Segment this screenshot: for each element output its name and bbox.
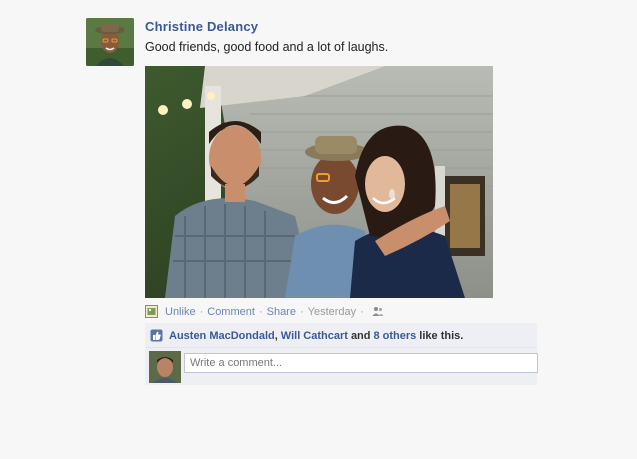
share-link[interactable]: Share [267,306,296,318]
separator: · [199,305,204,318]
story-actions: Unlike · Comment · Share · Yesterday · [145,304,384,319]
photo-app-icon [145,305,158,318]
likes-and: and [350,329,371,342]
separator: · [360,305,364,318]
people-icon[interactable] [372,306,384,317]
thumbs-up-icon [150,329,163,342]
comment-input[interactable] [184,353,538,373]
separator: · [258,305,263,318]
story-stage: Christine Delancy Good friends, good foo… [0,0,637,459]
unlike-link[interactable]: Unlike [165,306,196,318]
feedback-box: Austen MacDondald , Will Cathcart and 8 … [145,323,538,385]
likes-suffix: like this. [419,329,464,342]
post-photo[interactable] [145,66,493,298]
liker-name-link[interactable]: Austen MacDondald [169,330,275,342]
status-message: Good friends, good food and a lot of lau… [145,40,389,54]
likes-comma: , [274,329,278,342]
like-sentence: Austen MacDondald , Will Cathcart and 8 … [150,329,466,342]
author-avatar[interactable] [86,18,134,66]
separator: · [299,305,304,318]
commenter-avatar[interactable] [149,351,181,383]
others-link[interactable]: 8 others [374,330,417,342]
author-name-link[interactable]: Christine Delancy [145,19,258,34]
liker-name-link[interactable]: Will Cathcart [281,330,348,342]
comment-link[interactable]: Comment [207,306,255,318]
timestamp-link[interactable]: Yesterday [308,306,357,318]
divider [145,347,537,348]
